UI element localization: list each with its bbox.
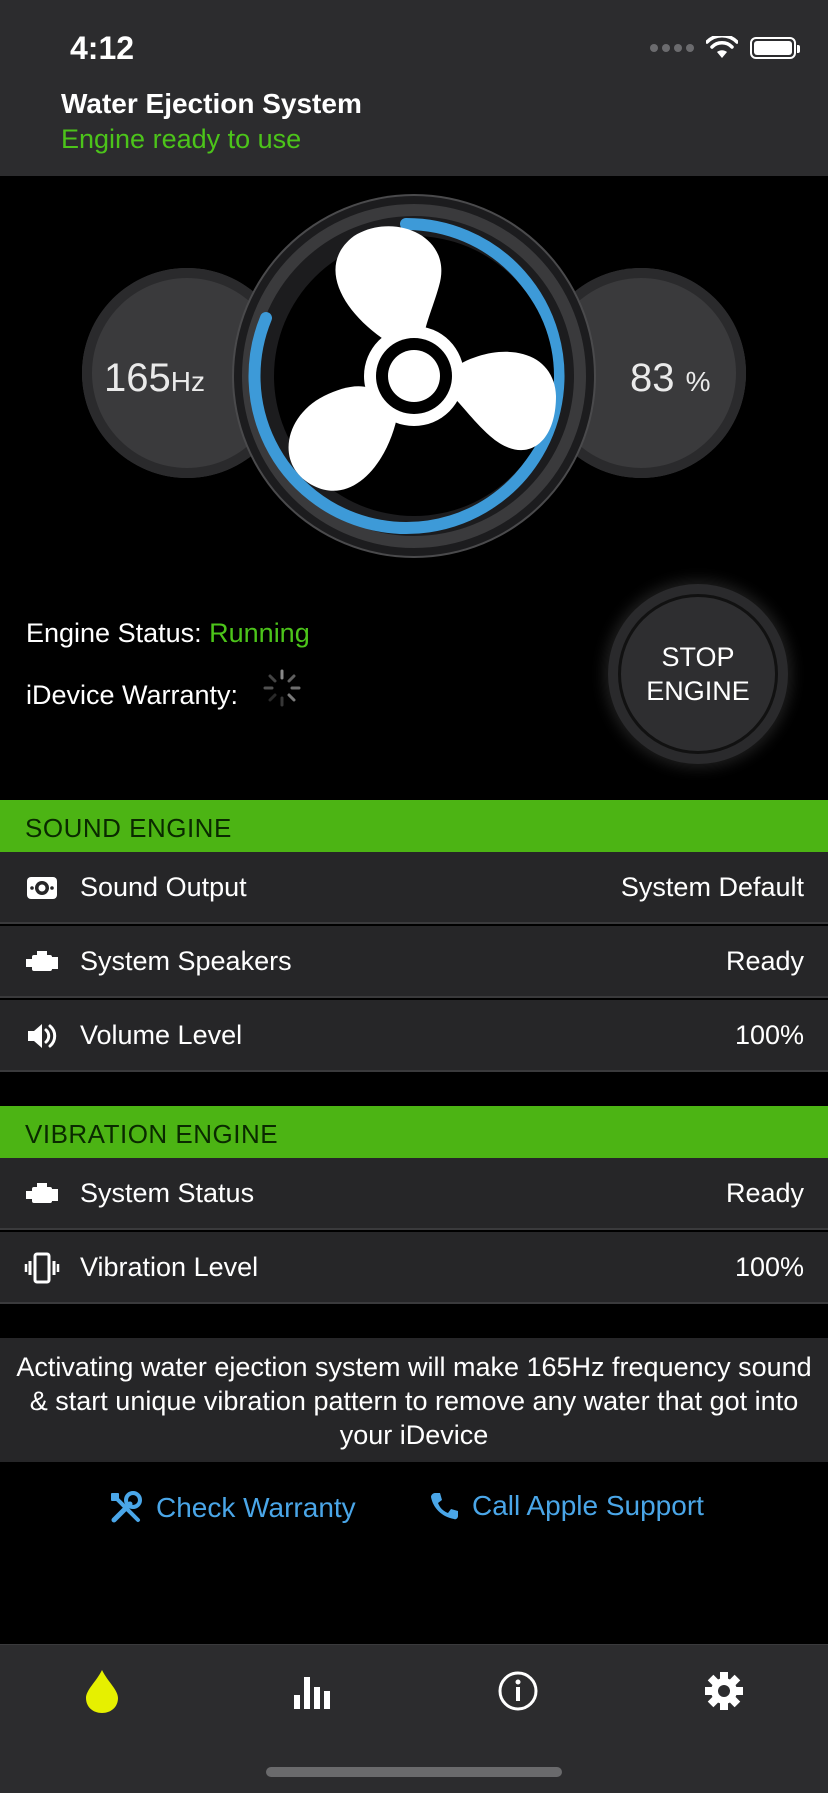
- wifi-icon: [706, 36, 738, 58]
- stop-button-line2: ENGINE: [646, 676, 750, 706]
- row-value: 100%: [734, 1252, 804, 1282]
- warranty-status-label: iDevice Warranty:: [26, 680, 239, 710]
- engine-gauge: 165Hz 83 %: [0, 176, 828, 556]
- check-warranty-link[interactable]: Check Warranty: [108, 1490, 356, 1526]
- sound-output-row[interactable]: Sound Output System Default: [0, 852, 828, 924]
- frequency-value: 165: [104, 356, 171, 400]
- row-value: Ready: [725, 946, 804, 976]
- engine-status-label: Engine Status:: [26, 618, 202, 648]
- tools-icon: [111, 1491, 142, 1523]
- support-links: Check Warranty Call Apple Support: [0, 1490, 828, 1536]
- volume-level-row[interactable]: Volume Level 100%: [0, 1000, 828, 1072]
- tab-water-eject[interactable]: [72, 1665, 132, 1717]
- sound-engine-header: SOUND ENGINE: [0, 800, 828, 852]
- water-drop-icon: [86, 1670, 118, 1713]
- percent-value: 83: [630, 356, 675, 400]
- row-label: Sound Output: [80, 872, 247, 902]
- system-speakers-row[interactable]: System Speakers Ready: [0, 926, 828, 998]
- engine-ready-status: Engine ready to use: [61, 124, 302, 154]
- frequency-unit: Hz: [170, 366, 205, 397]
- header: 4:12 Water Ejection System Engine ready …: [0, 0, 828, 176]
- info-description: Activating water ejection system will ma…: [0, 1338, 828, 1462]
- gear-icon: [705, 1672, 743, 1710]
- vibration-engine-header: VIBRATION ENGINE: [0, 1106, 828, 1158]
- row-label: Vibration Level: [80, 1252, 259, 1282]
- check-warranty-label: Check Warranty: [156, 1492, 356, 1523]
- tab-bar: [0, 1644, 828, 1793]
- engine-icon: [26, 951, 58, 971]
- speaker-box-icon: [27, 877, 57, 899]
- vibration-icon: [24, 1252, 60, 1284]
- row-value: Ready: [725, 1178, 804, 1208]
- call-support-link[interactable]: Call Apple Support: [428, 1490, 704, 1522]
- fan-ring[interactable]: [234, 196, 594, 556]
- info-icon: [498, 1671, 538, 1711]
- home-indicator[interactable]: [266, 1767, 562, 1777]
- status-icons: [650, 36, 800, 60]
- call-support-label: Call Apple Support: [472, 1490, 704, 1521]
- tab-settings[interactable]: [694, 1665, 754, 1717]
- row-label: System Status: [80, 1178, 255, 1208]
- row-value: System Default: [620, 872, 804, 902]
- bar-chart-icon: [294, 1677, 330, 1709]
- engine-status: Engine Status: Running: [26, 618, 310, 649]
- phone-icon: [431, 1493, 458, 1520]
- stop-engine-button[interactable]: STOP ENGINE: [608, 584, 788, 764]
- tab-statistics[interactable]: [282, 1665, 342, 1717]
- percent-unit: %: [685, 366, 711, 397]
- engine-icon: [26, 1183, 58, 1203]
- battery-icon: [750, 37, 800, 59]
- fan-icon: [288, 226, 556, 491]
- loading-spinner-icon: [263, 669, 301, 707]
- stop-button-line1: STOP: [661, 642, 735, 672]
- row-value: 100%: [734, 1020, 804, 1050]
- tab-info[interactable]: [488, 1665, 548, 1717]
- system-status-row[interactable]: System Status Ready: [0, 1158, 828, 1230]
- page-title: Water Ejection System: [61, 88, 362, 119]
- volume-icon: [28, 1024, 57, 1048]
- status-time: 4:12: [70, 30, 135, 66]
- vibration-level-row[interactable]: Vibration Level 100%: [0, 1232, 828, 1304]
- row-label: System Speakers: [80, 946, 292, 976]
- engine-status-value: Running: [209, 618, 310, 648]
- row-label: Volume Level: [80, 1020, 243, 1050]
- cellular-signal-icon: [650, 44, 694, 52]
- warranty-status: iDevice Warranty:: [26, 680, 238, 711]
